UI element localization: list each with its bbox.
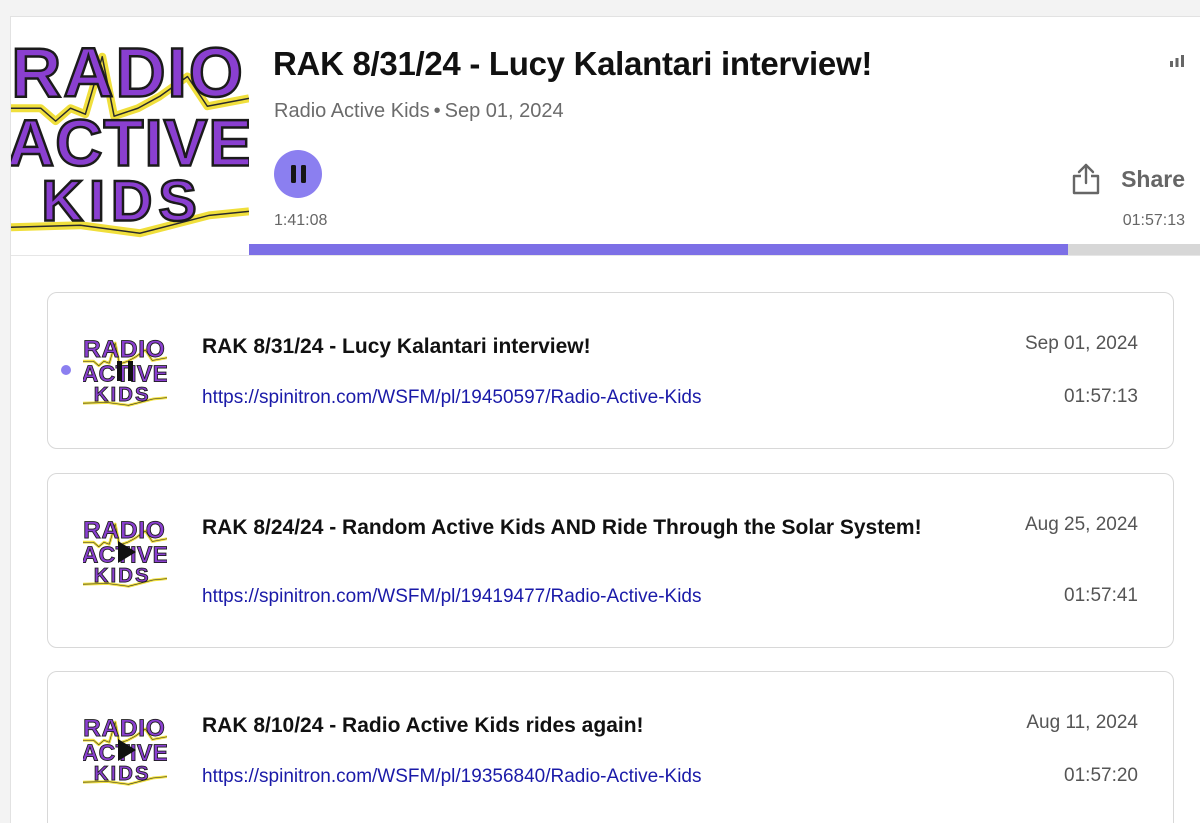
total-time: 01:57:13 <box>1122 212 1185 229</box>
episode-thumbnail[interactable] <box>83 329 167 413</box>
pause-icon <box>290 165 296 183</box>
play-icon <box>118 739 136 761</box>
episode-duration: 01:57:13 <box>1064 386 1138 407</box>
now-playing-indicator <box>61 365 71 375</box>
play-icon <box>118 541 136 563</box>
episode-date: Aug 11, 2024 <box>1026 712 1138 733</box>
share-label: Share <box>1121 165 1185 192</box>
player: RAK 8/31/24 - Lucy Kalantari interview! … <box>11 17 1200 255</box>
progress-fill <box>249 244 1069 255</box>
thumbnail-overlay <box>83 510 167 594</box>
pause-button[interactable] <box>274 150 322 198</box>
player-show-name[interactable]: Radio Active Kids <box>274 100 430 122</box>
episode-card[interactable]: RAK 8/10/24 - Radio Active Kids rides ag… <box>47 671 1174 823</box>
current-time: 1:41:08 <box>274 212 328 229</box>
signal-bars-icon[interactable] <box>1170 55 1184 67</box>
episode-duration: 01:57:41 <box>1064 585 1138 606</box>
player-date: Sep 01, 2024 <box>444 100 564 122</box>
episode-thumbnail[interactable] <box>83 708 167 792</box>
player-title: RAK 8/31/24 - Lucy Kalantari interview! <box>273 45 873 82</box>
episode-date: Aug 25, 2024 <box>1024 514 1138 535</box>
pause-icon-bar <box>300 165 306 183</box>
episode-link[interactable]: https://spinitron.com/WSFM/pl/19419477/R… <box>202 586 702 608</box>
separator-dot: • <box>433 100 441 122</box>
radio-active-kids-logo <box>11 17 249 255</box>
episode-link[interactable]: https://spinitron.com/WSFM/pl/19450597/R… <box>202 387 702 409</box>
progress-bar[interactable] <box>249 244 1200 255</box>
thumbnail-overlay <box>83 708 167 792</box>
player-subtitle: Radio Active Kids • Sep 01, 2024 <box>274 100 564 123</box>
episode-title[interactable]: RAK 8/31/24 - Lucy Kalantari interview! <box>202 330 962 363</box>
player-divider <box>11 255 1200 256</box>
episode-thumbnail[interactable] <box>83 510 167 594</box>
thumbnail-overlay <box>83 329 167 413</box>
episode-duration: 01:57:20 <box>1064 765 1138 786</box>
pause-icon <box>114 361 136 381</box>
episode-link[interactable]: https://spinitron.com/WSFM/pl/19356840/R… <box>202 766 702 788</box>
app-frame: RAK 8/31/24 - Lucy Kalantari interview! … <box>10 16 1200 823</box>
episode-title[interactable]: RAK 8/24/24 - Random Active Kids AND Rid… <box>202 511 962 544</box>
episode-date: Sep 01, 2024 <box>1024 333 1138 354</box>
share-button[interactable]: Share <box>1071 163 1185 195</box>
episode-title[interactable]: RAK 8/10/24 - Radio Active Kids rides ag… <box>202 709 962 742</box>
share-icon <box>1072 163 1100 195</box>
episode-card[interactable]: RAK 8/31/24 - Lucy Kalantari interview! … <box>47 292 1174 449</box>
cover-art <box>11 17 249 255</box>
episode-card[interactable]: RAK 8/24/24 - Random Active Kids AND Rid… <box>47 473 1174 648</box>
